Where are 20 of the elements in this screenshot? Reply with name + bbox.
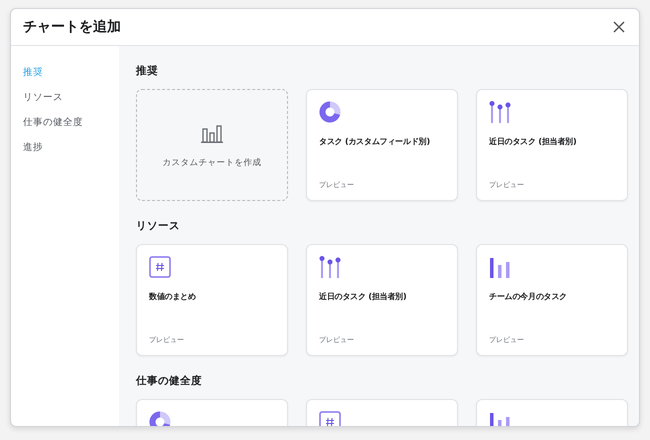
sidebar-item[interactable]: 仕事の健全度 <box>11 110 119 135</box>
section-title: 仕事の健全度 <box>136 374 203 388</box>
lollipop-chart-icon <box>319 256 341 278</box>
bar-chart-icon <box>201 122 223 142</box>
section-title: リソース <box>136 219 181 233</box>
card-title: チームの今月のタスク <box>489 291 568 302</box>
section-title: 推奨 <box>136 64 159 78</box>
card-title: タスク (カスタムフィールド別) <box>319 136 430 147</box>
dialog-title: チャートを追加 <box>23 18 121 36</box>
number-icon <box>149 256 171 278</box>
bar-chart-icon <box>489 256 511 278</box>
close-icon[interactable] <box>611 19 627 35</box>
lollipop-chart-icon <box>489 101 511 123</box>
sidebar-item[interactable]: リソース <box>11 85 119 110</box>
sidebar-item[interactable]: 進捗 <box>11 135 119 160</box>
card-title: 近日のタスク (担当者別) <box>319 291 406 302</box>
card-title: 近日のタスク (担当者別) <box>489 136 576 147</box>
donut-chart-icon <box>319 101 341 123</box>
card-title: 数値のまとめ <box>149 291 196 302</box>
custom-chart-card[interactable]: カスタムチャートを作成 <box>136 89 288 201</box>
